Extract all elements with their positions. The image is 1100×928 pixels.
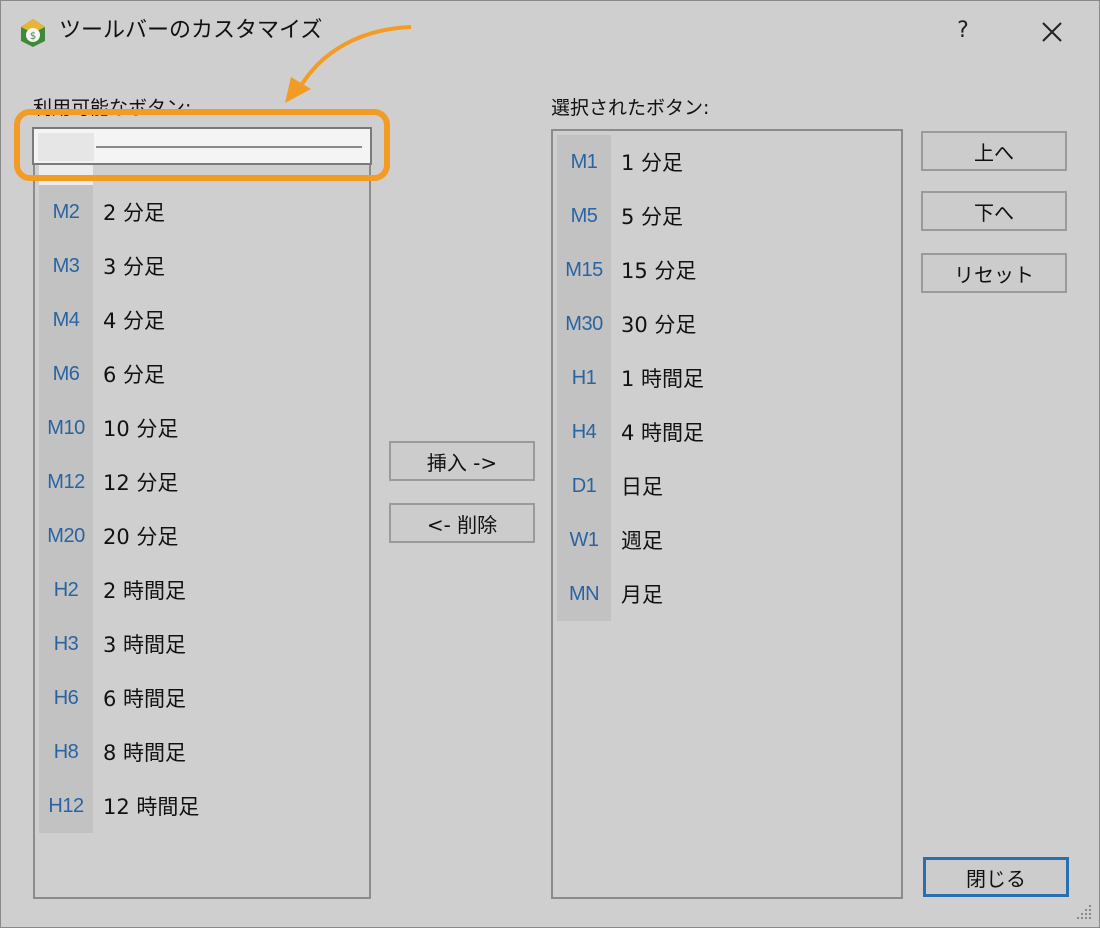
item-name: 3 時間足 (103, 633, 187, 657)
list-item[interactable]: M12 12 分足 (39, 455, 369, 509)
item-name: 20 分足 (103, 525, 179, 549)
available-buttons-list[interactable]: M2 2 分足 M3 3 分足 M4 4 分足 M6 6 分足 M10 10 分足 M12… (33, 131, 371, 899)
list-item[interactable]: M6 6 分足 (39, 347, 369, 401)
item-code: M10 (39, 401, 93, 455)
delete-button[interactable]: <- 削除 (389, 503, 535, 543)
item-name: 4 分足 (103, 309, 166, 333)
item-code: M2 (39, 185, 93, 239)
item-code: MN (557, 567, 611, 621)
item-name: 週足 (621, 529, 663, 553)
item-code: H8 (39, 725, 93, 779)
item-code: H3 (39, 617, 93, 671)
list-item[interactable]: M20 20 分足 (39, 509, 369, 563)
item-name: 6 分足 (103, 363, 166, 387)
customize-toolbar-dialog: $ ツールバーのカスタマイズ ? 利用可能なボタン: M2 2 分足 M3 3 分足… (0, 0, 1100, 928)
list-item[interactable]: M15 15 分足 (557, 243, 901, 297)
list-item[interactable]: H12 12 時間足 (39, 779, 369, 833)
resize-grip-icon[interactable] (1075, 903, 1093, 921)
list-item[interactable]: M10 10 分足 (39, 401, 369, 455)
callout-arrow-icon (285, 25, 412, 103)
list-item[interactable]: M5 5 分足 (557, 189, 901, 243)
insert-button[interactable]: 挿入 -> (389, 441, 535, 481)
help-button[interactable]: ? (947, 15, 979, 47)
highlight-frame (14, 109, 390, 181)
item-code: H2 (39, 563, 93, 617)
list-item[interactable]: H8 8 時間足 (39, 725, 369, 779)
svg-text:$: $ (30, 31, 36, 42)
list-item[interactable]: H3 3 時間足 (39, 617, 369, 671)
item-code: M3 (39, 239, 93, 293)
list-item[interactable]: H1 1 時間足 (557, 351, 901, 405)
close-icon[interactable] (1035, 15, 1069, 49)
title-bar[interactable]: $ ツールバーのカスタマイズ ? (1, 1, 1099, 63)
item-name: 2 分足 (103, 201, 166, 225)
item-name: 8 時間足 (103, 741, 187, 765)
item-code: M15 (557, 243, 611, 297)
item-code: H12 (39, 779, 93, 833)
list-item[interactable]: M30 30 分足 (557, 297, 901, 351)
item-code: W1 (557, 513, 611, 567)
item-code: H4 (557, 405, 611, 459)
item-name: 4 時間足 (621, 421, 705, 445)
item-code: M4 (39, 293, 93, 347)
item-code: H6 (39, 671, 93, 725)
item-name: 1 分足 (621, 151, 684, 175)
item-code: M5 (557, 189, 611, 243)
item-code: M12 (39, 455, 93, 509)
item-name: 月足 (621, 583, 663, 607)
close-button[interactable]: 閉じる (923, 857, 1069, 897)
item-code: D1 (557, 459, 611, 513)
list-item[interactable]: D1 日足 (557, 459, 901, 513)
item-name: 6 時間足 (103, 687, 187, 711)
selected-buttons-label: 選択されたボタン: (551, 97, 710, 119)
item-name: 日足 (621, 475, 663, 499)
list-item[interactable]: M1 1 分足 (557, 135, 901, 189)
item-name: 12 分足 (103, 471, 179, 495)
list-item[interactable]: M4 4 分足 (39, 293, 369, 347)
item-code: M20 (39, 509, 93, 563)
list-item[interactable]: M2 2 分足 (39, 185, 369, 239)
item-name: 1 時間足 (621, 367, 705, 391)
item-name: 15 分足 (621, 259, 697, 283)
list-item[interactable]: W1 週足 (557, 513, 901, 567)
item-name: 5 分足 (621, 205, 684, 229)
app-logo-icon: $ (21, 19, 45, 47)
list-item[interactable]: MN 月足 (557, 567, 901, 621)
reset-button[interactable]: リセット (921, 253, 1067, 293)
item-code: M1 (557, 135, 611, 189)
item-code: M30 (557, 297, 611, 351)
item-name: 2 時間足 (103, 579, 187, 603)
list-item[interactable]: M3 3 分足 (39, 239, 369, 293)
selected-buttons-list[interactable]: M1 1 分足 M5 5 分足 M15 15 分足 M30 30 分足 H1 1 時間足 … (551, 129, 903, 899)
item-name: 12 時間足 (103, 795, 200, 819)
item-code: M6 (39, 347, 93, 401)
move-down-button[interactable]: 下へ (921, 191, 1067, 231)
list-item[interactable]: H2 2 時間足 (39, 563, 369, 617)
item-code: H1 (557, 351, 611, 405)
move-up-button[interactable]: 上へ (921, 131, 1067, 171)
item-name: 3 分足 (103, 255, 166, 279)
item-name: 30 分足 (621, 313, 697, 337)
list-item[interactable]: H4 4 時間足 (557, 405, 901, 459)
item-name: 10 分足 (103, 417, 179, 441)
list-item[interactable]: H6 6 時間足 (39, 671, 369, 725)
